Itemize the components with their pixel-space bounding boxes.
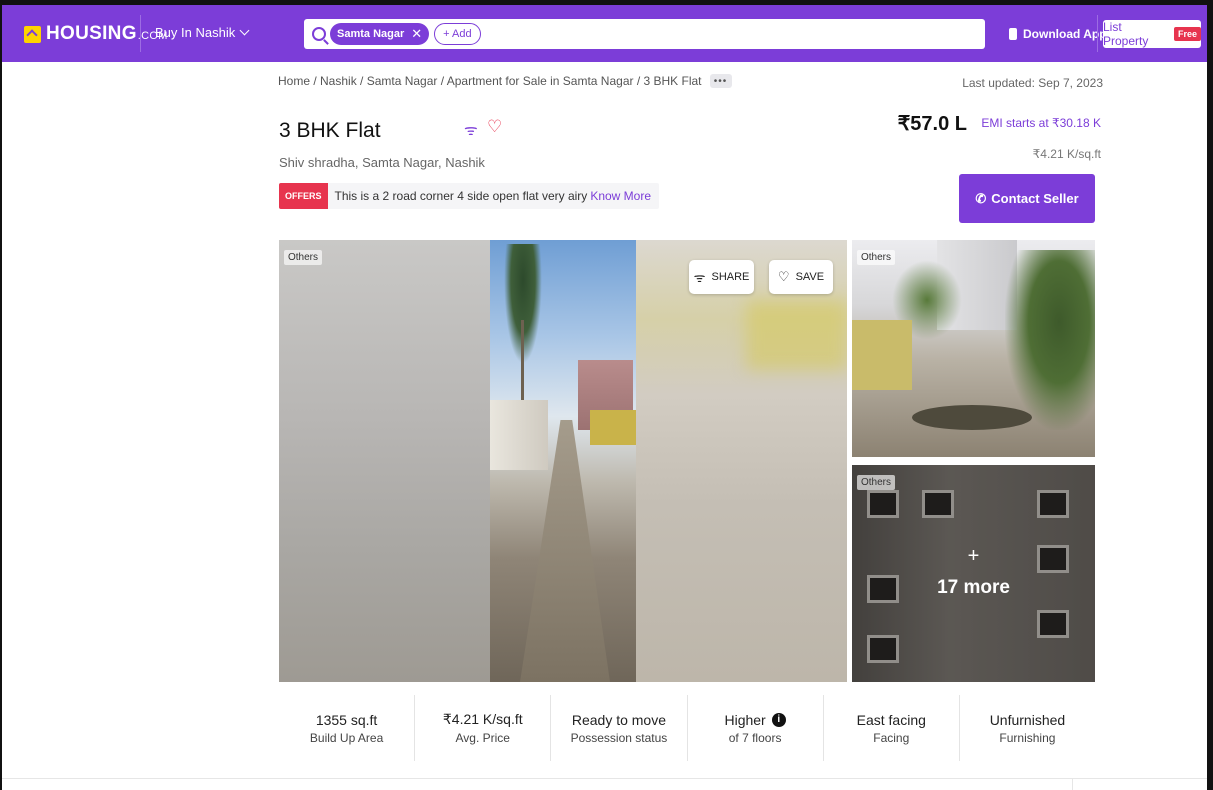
stat-label: Avg. Price	[455, 731, 510, 745]
breadcrumb-text[interactable]: Home / Nashik / Samta Nagar / Apartment …	[278, 74, 702, 88]
free-badge: Free	[1173, 27, 1201, 41]
puddle	[912, 405, 1032, 430]
list-property-button[interactable]: List Property Free	[1103, 20, 1201, 48]
stat-value: 1355 sq.ft	[315, 711, 378, 728]
search-bar[interactable]: Samta Nagar ✕ + Add	[304, 19, 985, 49]
add-locality-button[interactable]: + Add	[434, 23, 481, 45]
chevron-down-icon	[239, 25, 250, 36]
header-divider	[140, 15, 141, 52]
stat-possession: Ready to move Possession status	[551, 695, 688, 761]
save-label: SAVE	[795, 271, 825, 283]
stat-label: Possession status	[570, 730, 668, 745]
stat-furnishing: Unfurnished Furnishing	[960, 695, 1095, 761]
stat-value: Ready to move	[571, 711, 667, 728]
search-chip-label: Samta Nagar	[337, 28, 405, 40]
share-icon[interactable]: ᯤ	[464, 120, 478, 140]
stat-value: East facing	[856, 711, 926, 728]
heart-icon: ♡	[777, 269, 790, 284]
price-per-sqft: ₹4.21 K/sq.ft	[1032, 147, 1101, 161]
photo-category-tag: Others	[857, 475, 896, 490]
street-photo	[490, 240, 636, 682]
offer-tag: OFFERS	[279, 183, 328, 209]
housing-logo[interactable]: HOUSING .COM	[24, 23, 168, 45]
wall	[852, 320, 912, 390]
phone-icon	[1009, 28, 1017, 40]
breadcrumb: Home / Nashik / Samta Nagar / Apartment …	[278, 74, 732, 88]
stat-label: of 7 floors	[728, 730, 782, 745]
phone-icon: ✆	[975, 190, 987, 206]
side-photo[interactable]: Others	[852, 240, 1095, 457]
stat-floor: Higher i of 7 floors	[688, 695, 824, 761]
stat-value: Unfurnished	[989, 711, 1066, 728]
heart-icon[interactable]: ♡	[487, 117, 502, 137]
download-app-label: Download App	[1023, 27, 1107, 41]
photo-category-tag: Others	[284, 250, 323, 265]
logo-text: HOUSING	[46, 23, 137, 44]
stat-value: ₹4.21 K/sq.ft	[442, 711, 523, 727]
main-photo[interactable]: Others ᯤ SHARE ♡ SAVE	[279, 240, 847, 682]
photo-blur-left	[279, 240, 490, 682]
share-label: SHARE	[711, 271, 750, 283]
share-icon: ᯤ	[693, 270, 706, 285]
header-divider	[1097, 15, 1098, 52]
listing-price: ₹57.0 L	[897, 113, 967, 135]
listing-title: 3 BHK Flat	[279, 119, 381, 142]
more-photos-label[interactable]: 17 more	[852, 577, 1095, 599]
download-app-link[interactable]: Download App	[1009, 27, 1107, 41]
top-header: HOUSING .COM Buy In Nashik Samta Nagar ✕…	[2, 5, 1207, 62]
stat-label: Build Up Area	[309, 730, 384, 745]
contact-seller-button[interactable]: ✆ Contact Seller	[959, 174, 1095, 223]
stat-build-up-area: 1355 sq.ft Build Up Area	[279, 695, 416, 761]
search-chip-locality[interactable]: Samta Nagar ✕	[330, 23, 430, 45]
info-icon[interactable]: i	[771, 712, 786, 727]
stat-value: Higher	[724, 711, 766, 728]
search-icon	[312, 27, 326, 41]
page-frame: HOUSING .COM Buy In Nashik Samta Nagar ✕…	[0, 0, 1213, 790]
city-selector[interactable]: Buy In Nashik	[155, 25, 250, 40]
section-divider	[2, 778, 1207, 779]
stat-label: Furnishing	[999, 730, 1056, 745]
list-property-label: List Property	[1103, 20, 1149, 48]
close-icon[interactable]: ✕	[411, 26, 422, 42]
stat-value-wrapper: Higher i	[724, 711, 786, 728]
city-selector-label: Buy In Nashik	[155, 25, 236, 40]
photo-category-tag: Others	[857, 250, 896, 265]
share-button[interactable]: ᯤ SHARE	[689, 260, 754, 294]
offer-text: This is a 2 road corner 4 side open flat…	[334, 189, 588, 203]
side-photo-more[interactable]: Others + 17 more	[852, 465, 1095, 682]
listing-address: Shiv shradha, Samta Nagar, Nashik	[279, 155, 485, 170]
stat-avg-price: ₹4.21 K/sq.ft Avg. Price	[415, 695, 552, 761]
stat-facing: East facing Facing	[824, 695, 960, 761]
breadcrumb-more-button[interactable]: •••	[709, 74, 732, 88]
photo-blur-right	[636, 240, 847, 682]
tree	[1005, 250, 1095, 430]
emi-link[interactable]: EMI starts at ₹30.18 K	[981, 116, 1101, 130]
plus-icon: +	[967, 545, 980, 567]
property-stats: 1355 sq.ft Build Up Area ₹4.21 K/sq.ft A…	[279, 695, 1095, 761]
wall	[590, 410, 636, 445]
offer-banner: OFFERS This is a 2 road corner 4 side op…	[279, 183, 660, 209]
photo-overlay	[852, 465, 1095, 682]
stat-label: Facing	[873, 730, 910, 745]
know-more-link[interactable]: Know More	[590, 189, 651, 203]
contact-seller-label: Contact Seller	[991, 191, 1079, 206]
last-updated: Last updated: Sep 7, 2023	[962, 76, 1103, 90]
section-divider	[1072, 778, 1102, 790]
wall	[490, 400, 548, 470]
save-button[interactable]: ♡ SAVE	[769, 260, 833, 294]
logo-icon	[24, 25, 41, 43]
